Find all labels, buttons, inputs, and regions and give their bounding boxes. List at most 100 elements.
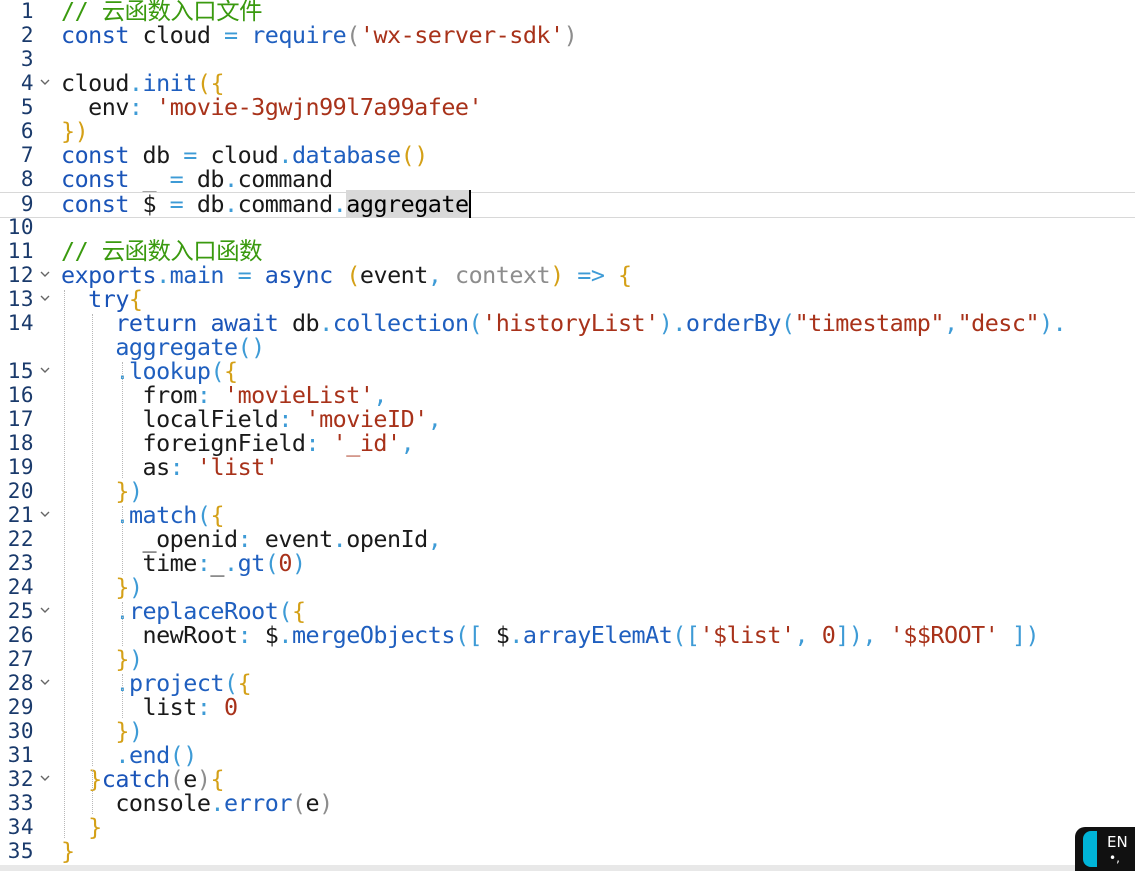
code-text: .end() xyxy=(61,743,197,767)
code-token: context xyxy=(455,261,551,289)
code-token: . xyxy=(156,261,170,289)
line-number: 15 xyxy=(7,359,34,383)
line-number: 4 xyxy=(20,71,34,95)
code-token: : xyxy=(169,453,184,481)
code-text: _openid: event.openId, xyxy=(61,527,441,551)
chevron-down-icon[interactable] xyxy=(39,364,51,376)
code-token: require xyxy=(251,21,347,49)
chevron-down-icon[interactable] xyxy=(39,76,51,88)
code-line[interactable]: 2 const cloud = require('wx-server-sdk') xyxy=(0,21,1135,49)
chevron-down-icon[interactable] xyxy=(39,604,51,616)
code-token: ( xyxy=(780,309,795,337)
line-number: 18 xyxy=(7,431,34,455)
code-text: const $ = db.command.aggregate xyxy=(61,190,471,218)
code-token: . xyxy=(332,190,347,218)
code-line[interactable]: 26 newRoot: $.mergeObjects([ $.arrayElem… xyxy=(0,623,1135,648)
code-text: const cloud = require('wx-server-sdk') xyxy=(61,21,578,49)
code-token: = xyxy=(169,190,184,218)
code-text: }) xyxy=(61,479,143,503)
code-token: , xyxy=(943,309,958,337)
line-number: 28 xyxy=(7,671,34,695)
code-text: cloud.init({ xyxy=(61,71,225,95)
chevron-down-icon[interactable] xyxy=(39,292,51,304)
code-token: const xyxy=(61,165,129,193)
chevron-down-icon[interactable] xyxy=(39,508,51,520)
code-text: foreignField: '_id', xyxy=(61,431,414,455)
code-token: ]) xyxy=(835,621,863,649)
code-editor[interactable]: 1// 云函数入口文件 2 const cloud = require('wx-se… xyxy=(0,0,1135,865)
chevron-down-icon[interactable] xyxy=(39,676,51,688)
code-token: 0 xyxy=(278,549,292,577)
ime-indicator[interactable]: EN •, xyxy=(1075,827,1135,871)
code-token: ( xyxy=(346,21,360,49)
code-token: openId xyxy=(346,525,428,553)
code-token: , xyxy=(427,525,442,553)
code-text: time:_.gt(0) xyxy=(61,551,306,575)
code-text: try{ xyxy=(61,287,143,311)
indent-guide xyxy=(64,290,65,838)
line-number: 9 xyxy=(20,192,34,216)
code-text: newRoot: $.mergeObjects([ $.arrayElemAt(… xyxy=(61,623,1039,647)
code-token: cloud xyxy=(128,21,224,49)
code-token: ( xyxy=(264,549,279,577)
game-controller-icon xyxy=(1083,831,1097,867)
code-token: _ xyxy=(128,165,170,193)
chevron-down-icon[interactable] xyxy=(39,772,51,784)
line-number: 27 xyxy=(7,647,34,671)
code-token: orderBy xyxy=(685,309,782,337)
code-text: const db = cloud.database() xyxy=(61,143,428,167)
code-token: ]) xyxy=(1011,621,1040,649)
code-text: env: 'movie-3gwjn99l7a99afee' xyxy=(61,95,482,119)
code-line[interactable]: 5 env: 'movie-3gwjn99l7a99afee' xyxy=(0,95,1135,120)
horizontal-scrollbar[interactable] xyxy=(0,865,1135,871)
code-text: localField: 'movieID', xyxy=(61,407,441,431)
code-token: . xyxy=(224,549,238,577)
line-number: 5 xyxy=(20,95,34,119)
line-number: 13 xyxy=(7,287,34,311)
chevron-down-icon[interactable] xyxy=(39,268,51,280)
code-token: . xyxy=(224,190,238,218)
code-token: '$list' xyxy=(699,621,795,649)
code-token: async xyxy=(264,261,333,289)
code-token: . xyxy=(509,621,523,649)
code-line[interactable]: 23 time:_.gt(0) xyxy=(0,551,1135,576)
line-number: 22 xyxy=(7,527,34,551)
code-token: event xyxy=(359,261,428,289)
code-text: const _ = db.command xyxy=(61,167,333,191)
code-line[interactable]: 35} xyxy=(0,839,1135,864)
code-text: return await db.collection('historyList'… xyxy=(61,311,1066,335)
indent-guide xyxy=(92,770,93,814)
code-line[interactable]: 8 const _ = db.command xyxy=(0,167,1135,192)
code-token: _ xyxy=(210,549,225,577)
code-token: : xyxy=(196,549,211,577)
code-line[interactable]: 29 list: 0 xyxy=(0,693,1135,721)
code-token: db xyxy=(183,165,225,193)
code-token: 0 xyxy=(821,621,836,649)
indent-guide xyxy=(122,602,123,646)
code-token: ( xyxy=(291,789,306,817)
line-number: 25 xyxy=(7,599,34,623)
line-number: 21 xyxy=(7,503,34,527)
line-number: 11 xyxy=(7,239,34,263)
code-line[interactable]: 34 } xyxy=(0,815,1135,840)
code-line[interactable]: 12 exports.main = async (event, context) … xyxy=(0,261,1135,289)
code-line[interactable]: 33 console.error(e) xyxy=(0,789,1135,817)
code-token: 0 xyxy=(224,693,238,721)
code-token: ) xyxy=(319,789,333,817)
code-line[interactable]: 19 as: 'list' xyxy=(0,453,1135,481)
code-token: 'movie-3gwjn99l7a99afee' xyxy=(156,93,483,121)
code-text: .replaceRoot({ xyxy=(61,599,306,623)
code-text: }catch(e){ xyxy=(61,767,224,791)
code-token: ([ xyxy=(454,621,483,649)
code-text: }) xyxy=(61,575,143,599)
code-text: }) xyxy=(61,719,143,743)
code-line[interactable]: 9 const $ = db.command.aggregate xyxy=(0,190,1135,218)
code-token: db xyxy=(278,309,320,337)
